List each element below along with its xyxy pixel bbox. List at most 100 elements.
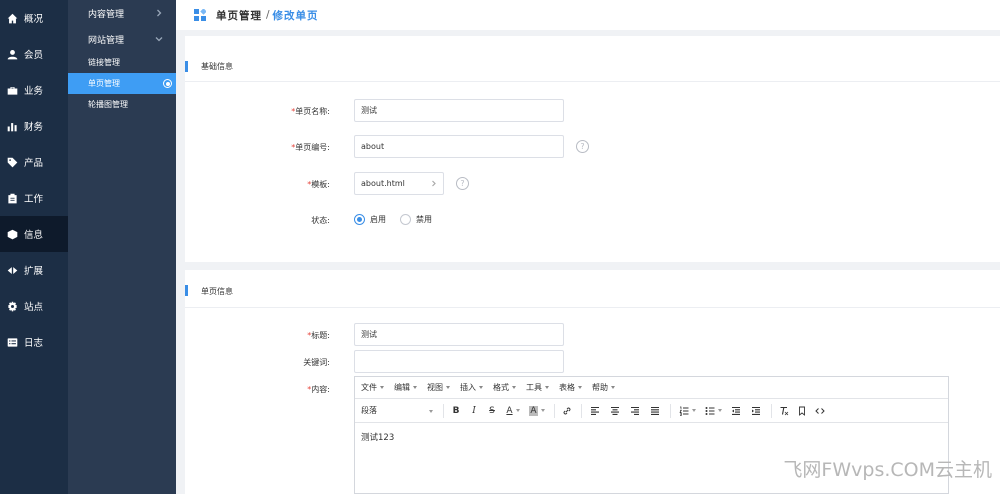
status-enabled-radio[interactable]: 启用 (354, 214, 386, 225)
menu-insert[interactable]: 插入 (460, 382, 483, 393)
help-icon[interactable]: ? (576, 140, 589, 153)
user-icon (6, 48, 18, 60)
page-name-input[interactable]: 测试 (354, 99, 564, 122)
code-icon (6, 264, 18, 276)
title-input[interactable]: 测试 (354, 323, 564, 346)
align-justify-icon[interactable] (646, 403, 664, 419)
strikethrough-button[interactable]: S (484, 403, 500, 419)
nav-item-label: 信息 (24, 230, 44, 241)
nav-item-label: 工作 (24, 194, 44, 205)
toolbar-divider (443, 403, 444, 418)
status-label: 状态: (311, 216, 330, 225)
nav-sub-label: 链接管理 (88, 58, 120, 67)
nav-sub-single-page[interactable]: 单页管理 (68, 73, 176, 94)
menu-view[interactable]: 视图 (427, 382, 450, 393)
nav-sub-label: 单页管理 (88, 79, 120, 88)
editor-toolbar: 段落 B I S A A (355, 399, 948, 423)
breadcrumb-separator: / (266, 9, 270, 21)
italic-button[interactable]: I (466, 403, 482, 419)
nav-item-label: 业务 (24, 86, 44, 97)
cube-icon (6, 228, 18, 240)
page-name-label: *单页名称: (291, 107, 330, 116)
nav-sub-carousel[interactable]: 轮播图管理 (68, 94, 176, 115)
link-icon[interactable] (559, 403, 575, 419)
background-color-button[interactable]: A (526, 403, 548, 419)
secondary-sidebar: 内容管理 网站管理 链接管理 单页管理 轮播图管理 (68, 0, 176, 494)
breadcrumb-current: 修改单页 (272, 9, 319, 22)
nav-item-business[interactable]: 业务 (0, 72, 68, 108)
bar-chart-icon (6, 120, 18, 132)
page-header: 单页管理 / 修改单页 (176, 0, 1000, 30)
bullet-list-icon[interactable] (701, 403, 725, 419)
page-code-input[interactable]: about (354, 135, 564, 158)
watermark: 飞网FWvps.COM云主机 (783, 459, 992, 481)
nav-item-label: 产品 (24, 158, 44, 169)
primary-sidebar: 概况 会员 业务 财务 产品 工作 信息 扩展 站点 日志 (0, 0, 68, 494)
menu-help[interactable]: 帮助 (592, 382, 615, 393)
breadcrumb-parent[interactable]: 单页管理 (216, 8, 262, 23)
app-grid-icon (194, 8, 207, 21)
nav-item-logs[interactable]: 日志 (0, 324, 68, 360)
page-code-label: *单页编号: (291, 143, 330, 152)
font-color-button[interactable]: A (502, 403, 524, 419)
nav-group-content[interactable]: 内容管理 (68, 0, 176, 26)
align-center-icon[interactable] (606, 403, 624, 419)
nav-item-members[interactable]: 会员 (0, 36, 68, 72)
toolbar-divider (581, 403, 582, 418)
clipboard-icon (6, 192, 18, 204)
basic-info-panel: 基础信息 *单页名称: 测试 *单页编号: about ? *模板: about… (185, 36, 1000, 262)
nav-item-label: 概况 (24, 14, 44, 25)
outdent-icon[interactable] (727, 403, 745, 419)
nav-item-finance[interactable]: 财务 (0, 108, 68, 144)
nav-item-site[interactable]: 站点 (0, 288, 68, 324)
keywords-input[interactable] (354, 350, 564, 373)
list-icon (6, 336, 18, 348)
bookmark-icon[interactable] (794, 403, 810, 419)
nav-item-label: 会员 (24, 50, 44, 61)
template-select[interactable]: about.html (354, 172, 444, 195)
toolbar-divider (554, 403, 555, 418)
nav-item-label: 日志 (24, 338, 44, 349)
toolbar-divider (670, 403, 671, 418)
tag-icon (6, 156, 18, 168)
active-indicator-icon (163, 79, 172, 88)
nav-group-website[interactable]: 网站管理 (68, 26, 176, 52)
menu-edit[interactable]: 编辑 (394, 382, 417, 393)
clear-format-icon[interactable] (776, 403, 792, 419)
help-icon[interactable]: ? (456, 177, 469, 190)
nav-sub-label: 轮播图管理 (88, 100, 128, 109)
nav-item-info[interactable]: 信息 (0, 216, 68, 252)
nav-item-overview[interactable]: 概况 (0, 0, 68, 36)
nav-item-label: 财务 (24, 122, 44, 133)
chevron-right-icon (154, 8, 164, 18)
block-format-select[interactable]: 段落 (361, 403, 437, 419)
menu-format[interactable]: 格式 (493, 382, 516, 393)
section-title: 基础信息 (185, 36, 1000, 82)
background-color-label: A (529, 405, 538, 416)
menu-table[interactable]: 表格 (559, 382, 582, 393)
align-left-icon[interactable] (586, 403, 604, 419)
nav-item-extensions[interactable]: 扩展 (0, 252, 68, 288)
menu-tools[interactable]: 工具 (526, 382, 549, 393)
chevron-down-icon (154, 34, 164, 44)
bold-button[interactable]: B (448, 403, 464, 419)
nav-item-products[interactable]: 产品 (0, 144, 68, 180)
nav-item-label: 站点 (24, 302, 44, 313)
content-label: *内容: (307, 385, 330, 394)
editor-content[interactable]: 测试123 (355, 423, 948, 451)
menu-file[interactable]: 文件 (361, 382, 384, 393)
nav-item-work[interactable]: 工作 (0, 180, 68, 216)
briefcase-icon (6, 84, 18, 96)
home-icon (6, 12, 18, 24)
indent-icon[interactable] (747, 403, 765, 419)
numbered-list-icon[interactable] (675, 403, 699, 419)
nav-sub-links[interactable]: 链接管理 (68, 52, 176, 73)
source-code-icon[interactable] (812, 403, 828, 419)
status-disabled-radio[interactable]: 禁用 (400, 214, 432, 225)
nav-group-label: 网站管理 (88, 35, 125, 46)
section-title: 单页信息 (185, 270, 1000, 308)
keywords-label: 关键词: (303, 358, 330, 367)
align-right-icon[interactable] (626, 403, 644, 419)
template-label: *模板: (307, 180, 330, 189)
chevron-right-icon (430, 180, 437, 187)
